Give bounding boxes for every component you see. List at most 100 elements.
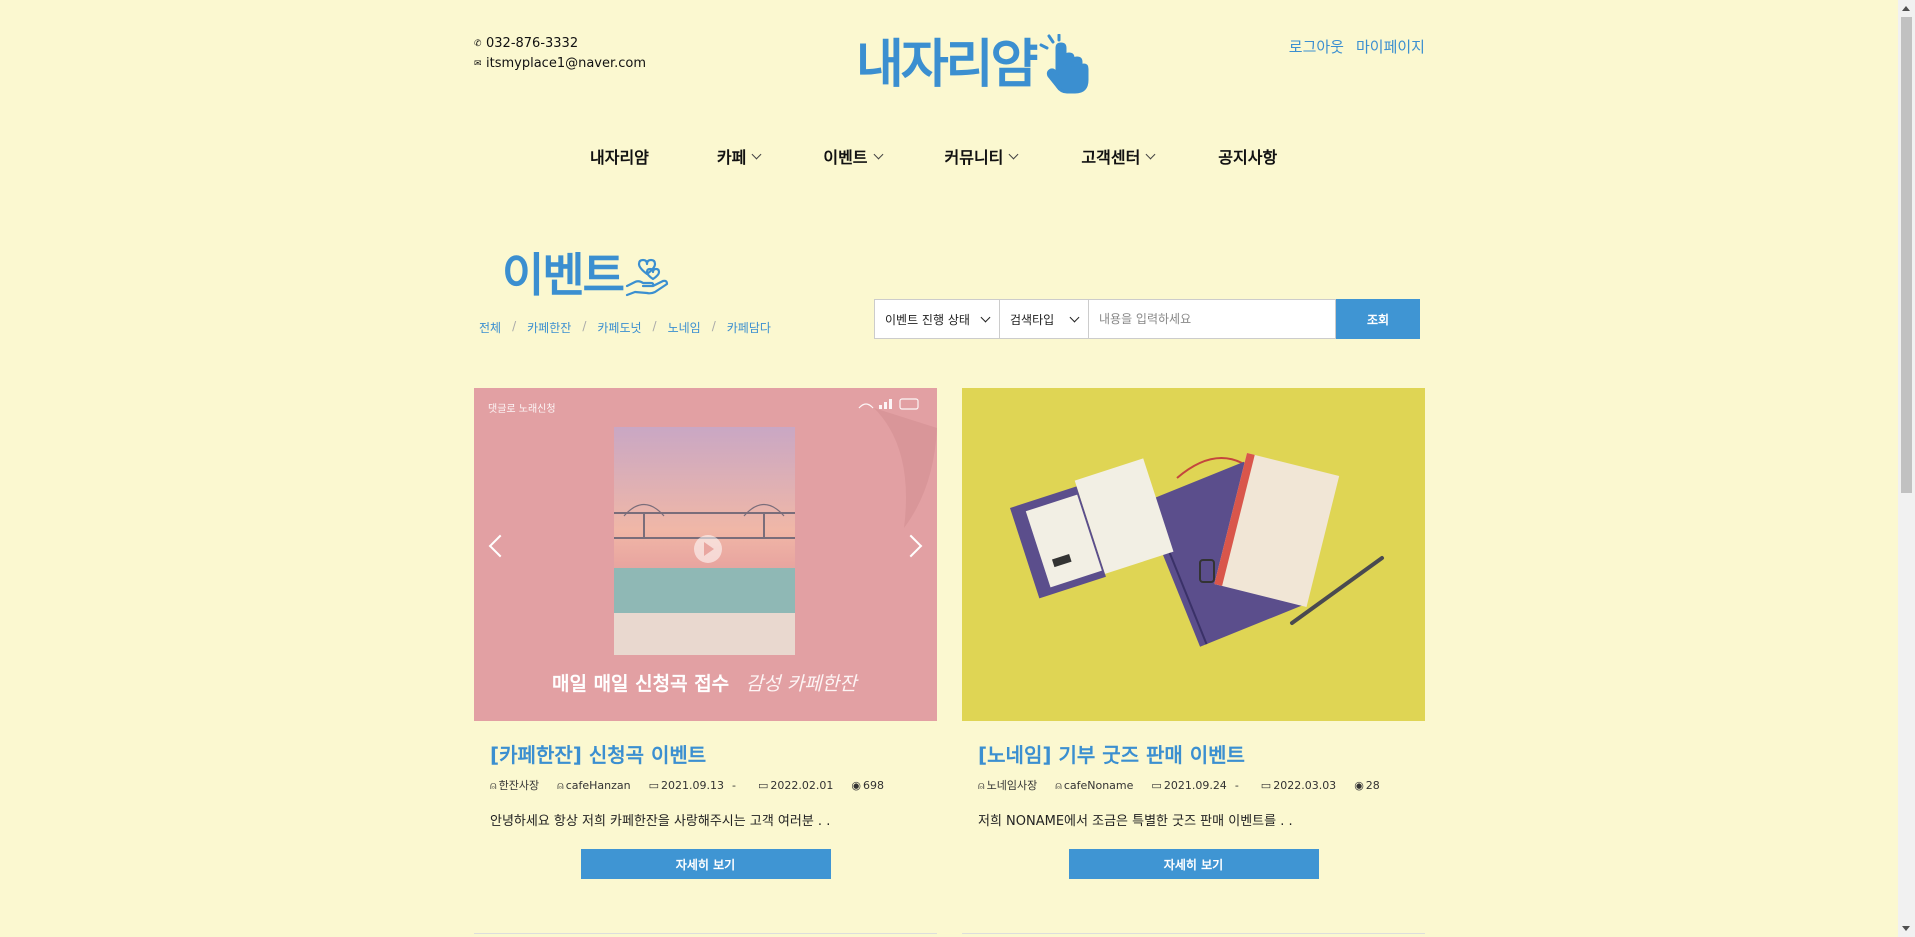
start-date-text: 2021.09.13 xyxy=(661,779,724,792)
owner-name: 노네임사장 xyxy=(986,779,1038,792)
separator: / xyxy=(711,319,716,333)
chevron-down-icon xyxy=(751,149,762,159)
view-details-button[interactable]: 자세히 보기 xyxy=(1068,849,1319,879)
cafe-id-text: cafeNoname xyxy=(1063,779,1134,792)
end-date: ▭ 2022.02.01 xyxy=(758,778,833,794)
owner: ⍝ 한잔사장 xyxy=(490,778,539,794)
scroll-up-icon[interactable] xyxy=(1902,6,1910,11)
view-details-button[interactable]: 자세히 보기 xyxy=(580,849,831,879)
category-filter: 전체 / 카페한잔 / 카페도넛 / 노네임 / 카페담다 xyxy=(479,319,771,336)
event-description: 안녕하세요 항상 저희 카페한잔을 사랑해주시는 고객 여러분 . . xyxy=(490,814,831,829)
views: ◉ 28 xyxy=(1354,778,1380,794)
event-image-frame xyxy=(962,388,1425,721)
chevron-down-icon xyxy=(1145,149,1156,159)
nav-item-community[interactable]: 커뮤니티 xyxy=(945,144,1019,168)
separator: / xyxy=(582,319,587,333)
logout-link[interactable]: 로그아웃 xyxy=(1289,36,1344,57)
eye-icon: ◉ xyxy=(851,779,861,792)
event-description: 저희 NONAME에서 조금은 특별한 굿즈 판매 이벤트를 . . xyxy=(978,814,1293,829)
end-date-text: 2022.02.01 xyxy=(770,779,834,792)
separator: / xyxy=(652,319,657,333)
separator: / xyxy=(512,319,517,333)
event-title[interactable]: [노네임] 기부 굿즈 판매 이벤트 xyxy=(978,739,1425,768)
cafe-id-text: cafeHanzan xyxy=(565,779,631,792)
nav-label: 고객센터 xyxy=(1081,148,1141,167)
divider xyxy=(474,933,937,934)
nav-item-event[interactable]: 이벤트 xyxy=(823,144,883,168)
phone-number: 032-876-3332 xyxy=(486,36,579,51)
nav-item-home[interactable]: 내자리얌 xyxy=(590,144,649,168)
start-date: ▭ 2021.09.13 xyxy=(649,778,724,794)
pointing-hand-icon xyxy=(1039,34,1089,94)
account-links: 로그아웃 마이페이지 xyxy=(1289,36,1425,57)
status-select[interactable]: 이벤트 진행 상태 xyxy=(874,299,1000,339)
page-title: 이벤트 xyxy=(502,252,669,298)
end-date: ▭ 2022.03.03 xyxy=(1261,778,1336,794)
heart-hand-icon xyxy=(625,258,669,297)
contact-info: ✆ 032-876-3332 ✉ itsmyplace1@naver.com xyxy=(474,34,646,74)
user-icon: ⍝ xyxy=(978,779,985,792)
nav-label: 이벤트 xyxy=(823,148,868,167)
calendar-icon: ▭ xyxy=(648,779,660,792)
email-row: ✉ itsmyplace1@naver.com xyxy=(474,54,646,74)
chevron-down-icon xyxy=(980,312,991,322)
user-icon: ⍝ xyxy=(1055,779,1062,792)
nav-item-cafe[interactable]: 카페 xyxy=(716,144,762,168)
event-title[interactable]: [카페한잔] 신청곡 이벤트 xyxy=(490,739,937,768)
search-type-select[interactable]: 검색타입 xyxy=(1000,299,1089,339)
chevron-down-icon xyxy=(1069,312,1080,322)
site-logo[interactable]: 내자리얌 xyxy=(856,34,1091,96)
category-cafe-hanzan[interactable]: 카페한잔 xyxy=(527,319,571,336)
event-card: 댓글로 노래신청 매일 매일 신청곡 접수 감성 카페한잔 [카페한잔] 신청곡… xyxy=(474,388,937,879)
nav-label: 내자리얌 xyxy=(590,148,649,167)
views-count: 28 xyxy=(1365,779,1380,792)
page-scrollbar[interactable] xyxy=(1898,0,1915,937)
event-meta: ⍝ 한잔사장 ⍝ cafeHanzan ▭ 2021.09.13 - ▭ 2022.02… xyxy=(490,778,930,794)
date-separator: - xyxy=(1234,779,1239,792)
nav-label: 카페 xyxy=(716,148,747,167)
date-separator: - xyxy=(732,779,736,792)
chevron-down-icon xyxy=(873,149,883,159)
search-button[interactable]: 조회 xyxy=(1336,299,1420,339)
image-caption-brand: 감성 카페한잔 xyxy=(745,673,857,695)
cafe-id: ⍝ cafeNoname xyxy=(1055,778,1133,794)
event-image xyxy=(1009,453,1384,647)
event-meta: ⍝ 노네임사장 ⍝ cafeNoname ▭ 2021.09.24 - ▭ 2022.0… xyxy=(978,778,1418,794)
eye-icon: ◉ xyxy=(1354,779,1364,792)
mypage-link[interactable]: 마이페이지 xyxy=(1356,36,1425,57)
scroll-down-icon[interactable] xyxy=(1902,926,1910,931)
category-noname[interactable]: 노네임 xyxy=(668,319,701,336)
event-card: [노네임] 기부 굿즈 판매 이벤트 ⍝ 노네임사장 ⍝ cafeNoname ▭ 2… xyxy=(962,388,1425,879)
start-date: ▭ 2021.09.24 xyxy=(1151,778,1226,794)
cafe-id: ⍝ cafeHanzan xyxy=(557,778,631,794)
nav-item-support[interactable]: 고객센터 xyxy=(1081,144,1156,168)
logo-text: 내자리얌 xyxy=(856,35,1038,95)
category-all[interactable]: 전체 xyxy=(479,319,501,336)
page-container: ✆ 032-876-3332 ✉ itsmyplace1@naver.com 내… xyxy=(474,0,1425,937)
phone-icon: ✆ xyxy=(474,39,482,49)
user-icon: ⍝ xyxy=(490,779,497,792)
calendar-icon: ▭ xyxy=(1151,779,1162,792)
event-carousel: 댓글로 노래신청 매일 매일 신청곡 접수 감성 카페한잔 xyxy=(474,388,937,721)
mail-icon: ✉ xyxy=(474,59,482,69)
calendar-icon: ▭ xyxy=(757,779,769,792)
search-type-value: 검색타입 xyxy=(1010,312,1055,327)
nav-item-notice[interactable]: 공지사항 xyxy=(1218,144,1277,168)
phone-row: ✆ 032-876-3332 xyxy=(474,34,646,54)
owner: ⍝ 노네임사장 xyxy=(978,778,1037,794)
search-bar: 이벤트 진행 상태 검색타입 조회 xyxy=(874,299,1420,339)
end-date-text: 2022.03.03 xyxy=(1273,779,1337,792)
page-title-text: 이벤트 xyxy=(502,248,625,302)
status-select-value: 이벤트 진행 상태 xyxy=(885,312,970,327)
email-address: itsmyplace1@naver.com xyxy=(486,56,647,71)
image-caption: 매일 매일 신청곡 접수 감성 카페한잔 xyxy=(552,669,857,696)
owner-name: 한잔사장 xyxy=(498,779,540,792)
views-count: 698 xyxy=(862,779,884,792)
views: ◉ 698 xyxy=(851,778,884,794)
scroll-thumb[interactable] xyxy=(1901,17,1912,493)
category-cafe-damda[interactable]: 카페담다 xyxy=(727,319,771,336)
search-input[interactable] xyxy=(1089,299,1336,339)
divider xyxy=(962,933,1425,934)
category-cafe-donut[interactable]: 카페도넛 xyxy=(597,319,641,336)
chevron-down-icon xyxy=(1008,149,1019,159)
